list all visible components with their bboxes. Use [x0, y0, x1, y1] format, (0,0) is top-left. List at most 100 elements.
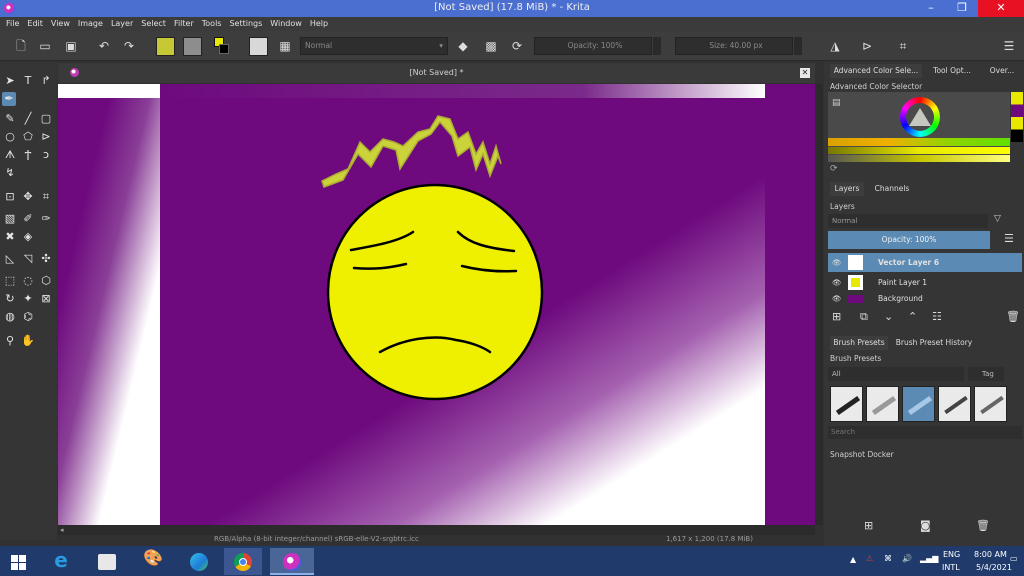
color-selector-area[interactable]: ▤	[828, 92, 1010, 162]
layer-row[interactable]: 👁 Background	[828, 293, 1022, 303]
reload-preset-icon[interactable]: ⟳	[510, 39, 524, 53]
menu-filter[interactable]: Filter	[174, 17, 194, 31]
maximize-button[interactable]: ❐	[947, 0, 977, 17]
move-up-icon[interactable]: ⌃	[908, 310, 917, 323]
open-folder-icon[interactable]: ▭	[38, 39, 52, 53]
fill-pattern-icon[interactable]	[156, 37, 175, 56]
save-icon[interactable]: ▣	[64, 39, 78, 53]
add-layer-icon[interactable]: ⊞	[832, 310, 841, 323]
workspace-grid-icon[interactable]: ▦	[278, 39, 292, 53]
opacity-slider[interactable]: Opacity: 100%	[534, 37, 652, 55]
edge-browser-icon[interactable]	[180, 548, 218, 575]
reference-tool-icon[interactable]: ✣	[39, 252, 53, 266]
brush-preset-icon[interactable]	[249, 37, 268, 56]
delete-snapshot-icon[interactable]: 🗑	[976, 519, 990, 532]
background-color-swatch[interactable]	[219, 44, 229, 54]
layer-row[interactable]: 👁 Vector Layer 6	[828, 253, 1022, 272]
layer-blend-select[interactable]: Normal	[828, 214, 988, 228]
bezier-select-icon[interactable]: ◍	[3, 310, 17, 324]
select-shapes-icon[interactable]: ➤	[3, 74, 17, 88]
wifi-icon[interactable]: ▂▄▆	[920, 554, 938, 563]
size-spin[interactable]	[794, 37, 802, 55]
calligraphy-tool-icon[interactable]: ✒	[2, 92, 16, 106]
blend-mode-select[interactable]: Normal ▾	[300, 37, 448, 55]
language-code[interactable]: ENG	[943, 550, 960, 559]
eye-icon[interactable]: 👁	[832, 273, 842, 292]
tab-brush-preset-history[interactable]: Brush Preset History	[894, 336, 974, 350]
layer-options-icon[interactable]: ☰	[1004, 232, 1014, 245]
chrome-browser-icon[interactable]	[224, 548, 262, 575]
move-down-icon[interactable]: ⌄	[884, 310, 893, 323]
gradient-tool-icon[interactable]: ▧	[3, 212, 17, 226]
rectangle-tool-icon[interactable]: ▢	[39, 112, 53, 126]
document-tab[interactable]: [Not Saved] * ✕	[58, 63, 815, 83]
internet-explorer-icon[interactable]: e	[42, 548, 80, 575]
tab-layers[interactable]: Layers	[830, 182, 864, 196]
transform-tool-icon[interactable]: ⊡	[3, 190, 17, 204]
bezier-tool-icon[interactable]: ᗑ	[3, 148, 17, 162]
bluetooth-icon[interactable]: ⌘	[884, 554, 892, 563]
menu-tools[interactable]: Tools	[202, 17, 222, 31]
vertical-scrollbar[interactable]	[815, 84, 823, 525]
freehand-path-icon[interactable]: Ϯ	[21, 148, 35, 162]
menu-edit[interactable]: Edit	[27, 17, 43, 31]
language-layout[interactable]: INTL	[942, 563, 960, 572]
add-snapshot-icon[interactable]: ⊞	[864, 519, 873, 532]
clock-date[interactable]: 5/4/2021	[976, 563, 1012, 572]
tab-channels[interactable]: Channels	[870, 182, 914, 196]
dynamic-brush-icon[interactable]: ↄ	[39, 148, 53, 162]
app-store-icon[interactable]	[88, 548, 126, 575]
clock-time[interactable]: 8:00 AM	[974, 550, 1007, 559]
color-picker-icon[interactable]: ✐	[21, 212, 35, 226]
layer-opacity-slider[interactable]: Opacity: 100%	[828, 231, 990, 249]
smart-patch-icon[interactable]: ✑	[39, 212, 53, 226]
camera-icon[interactable]: ◙	[920, 519, 931, 532]
polygon-select-icon[interactable]: ⬡	[39, 274, 53, 288]
crop-tool-icon[interactable]: ⌗	[39, 190, 53, 204]
eye-icon[interactable]: 👁	[832, 253, 842, 272]
canvas-viewport[interactable]	[58, 84, 815, 525]
layer-row[interactable]: 👁 Paint Layer 1	[828, 273, 1022, 292]
layer-properties-icon[interactable]: ☷	[932, 310, 942, 323]
notifications-icon[interactable]: ▭	[1010, 554, 1018, 563]
edit-shapes-icon[interactable]: ↱	[39, 74, 53, 88]
opacity-spin[interactable]	[653, 37, 661, 55]
krita-taskbar-icon[interactable]	[270, 548, 314, 575]
undo-icon[interactable]: ↶	[97, 39, 111, 53]
delete-layer-icon[interactable]: 🗑	[1006, 310, 1020, 323]
tab-brush-presets[interactable]: Brush Presets	[830, 336, 888, 350]
similar-select-icon[interactable]: ⊠	[39, 292, 53, 306]
minimize-button[interactable]: –	[916, 0, 946, 17]
pan-tool-icon[interactable]: ✋	[21, 334, 35, 348]
gradient-icon[interactable]	[183, 37, 202, 56]
freehand-select-icon[interactable]: ↻	[3, 292, 17, 306]
freehand-brush-icon[interactable]: ✎	[3, 112, 17, 126]
filter-icon[interactable]: ▽	[994, 214, 1001, 224]
color-wheel[interactable]	[900, 97, 940, 137]
brush-preset-calligraphy[interactable]	[902, 386, 935, 422]
brush-preset-marker[interactable]	[974, 386, 1007, 422]
alpha-lock-icon[interactable]: ▩	[484, 39, 498, 53]
pattern-fill-icon[interactable]: ✖	[3, 230, 17, 244]
eraser-icon[interactable]: ◆	[456, 39, 470, 53]
tab-tool-options[interactable]: Tool Opt...	[926, 64, 978, 78]
line-tool-icon[interactable]: ╱	[21, 112, 35, 126]
tab-advanced-color-selector[interactable]: Advanced Color Sele...	[830, 64, 922, 78]
fill-bucket-icon[interactable]: ◈	[21, 230, 35, 244]
text-tool-icon[interactable]: T	[21, 74, 35, 88]
duplicate-layer-icon[interactable]: ⧉	[860, 310, 868, 324]
refresh-icon[interactable]: ⟳	[830, 164, 838, 174]
new-document-icon[interactable]: 🗋	[14, 39, 28, 53]
ellipse-select-icon[interactable]: ◌	[21, 274, 35, 288]
hamburger-menu-icon[interactable]: ☰	[1002, 39, 1016, 53]
scroll-left-icon[interactable]: ◂	[60, 526, 64, 534]
hue-bar[interactable]	[828, 138, 1010, 146]
measure-tool-icon[interactable]: ◹	[21, 252, 35, 266]
mirror-vertical-icon[interactable]: ⊳	[860, 39, 874, 53]
move-tool-icon[interactable]: ✥	[21, 190, 35, 204]
paint-palette-icon[interactable]: 🎨	[134, 548, 172, 575]
network-warning-icon[interactable]: ⚠	[866, 554, 873, 563]
horizontal-scrollbar[interactable]: ◂	[58, 525, 815, 535]
redo-icon[interactable]: ↷	[122, 39, 136, 53]
polyline-tool-icon[interactable]: ⊳	[39, 130, 53, 144]
